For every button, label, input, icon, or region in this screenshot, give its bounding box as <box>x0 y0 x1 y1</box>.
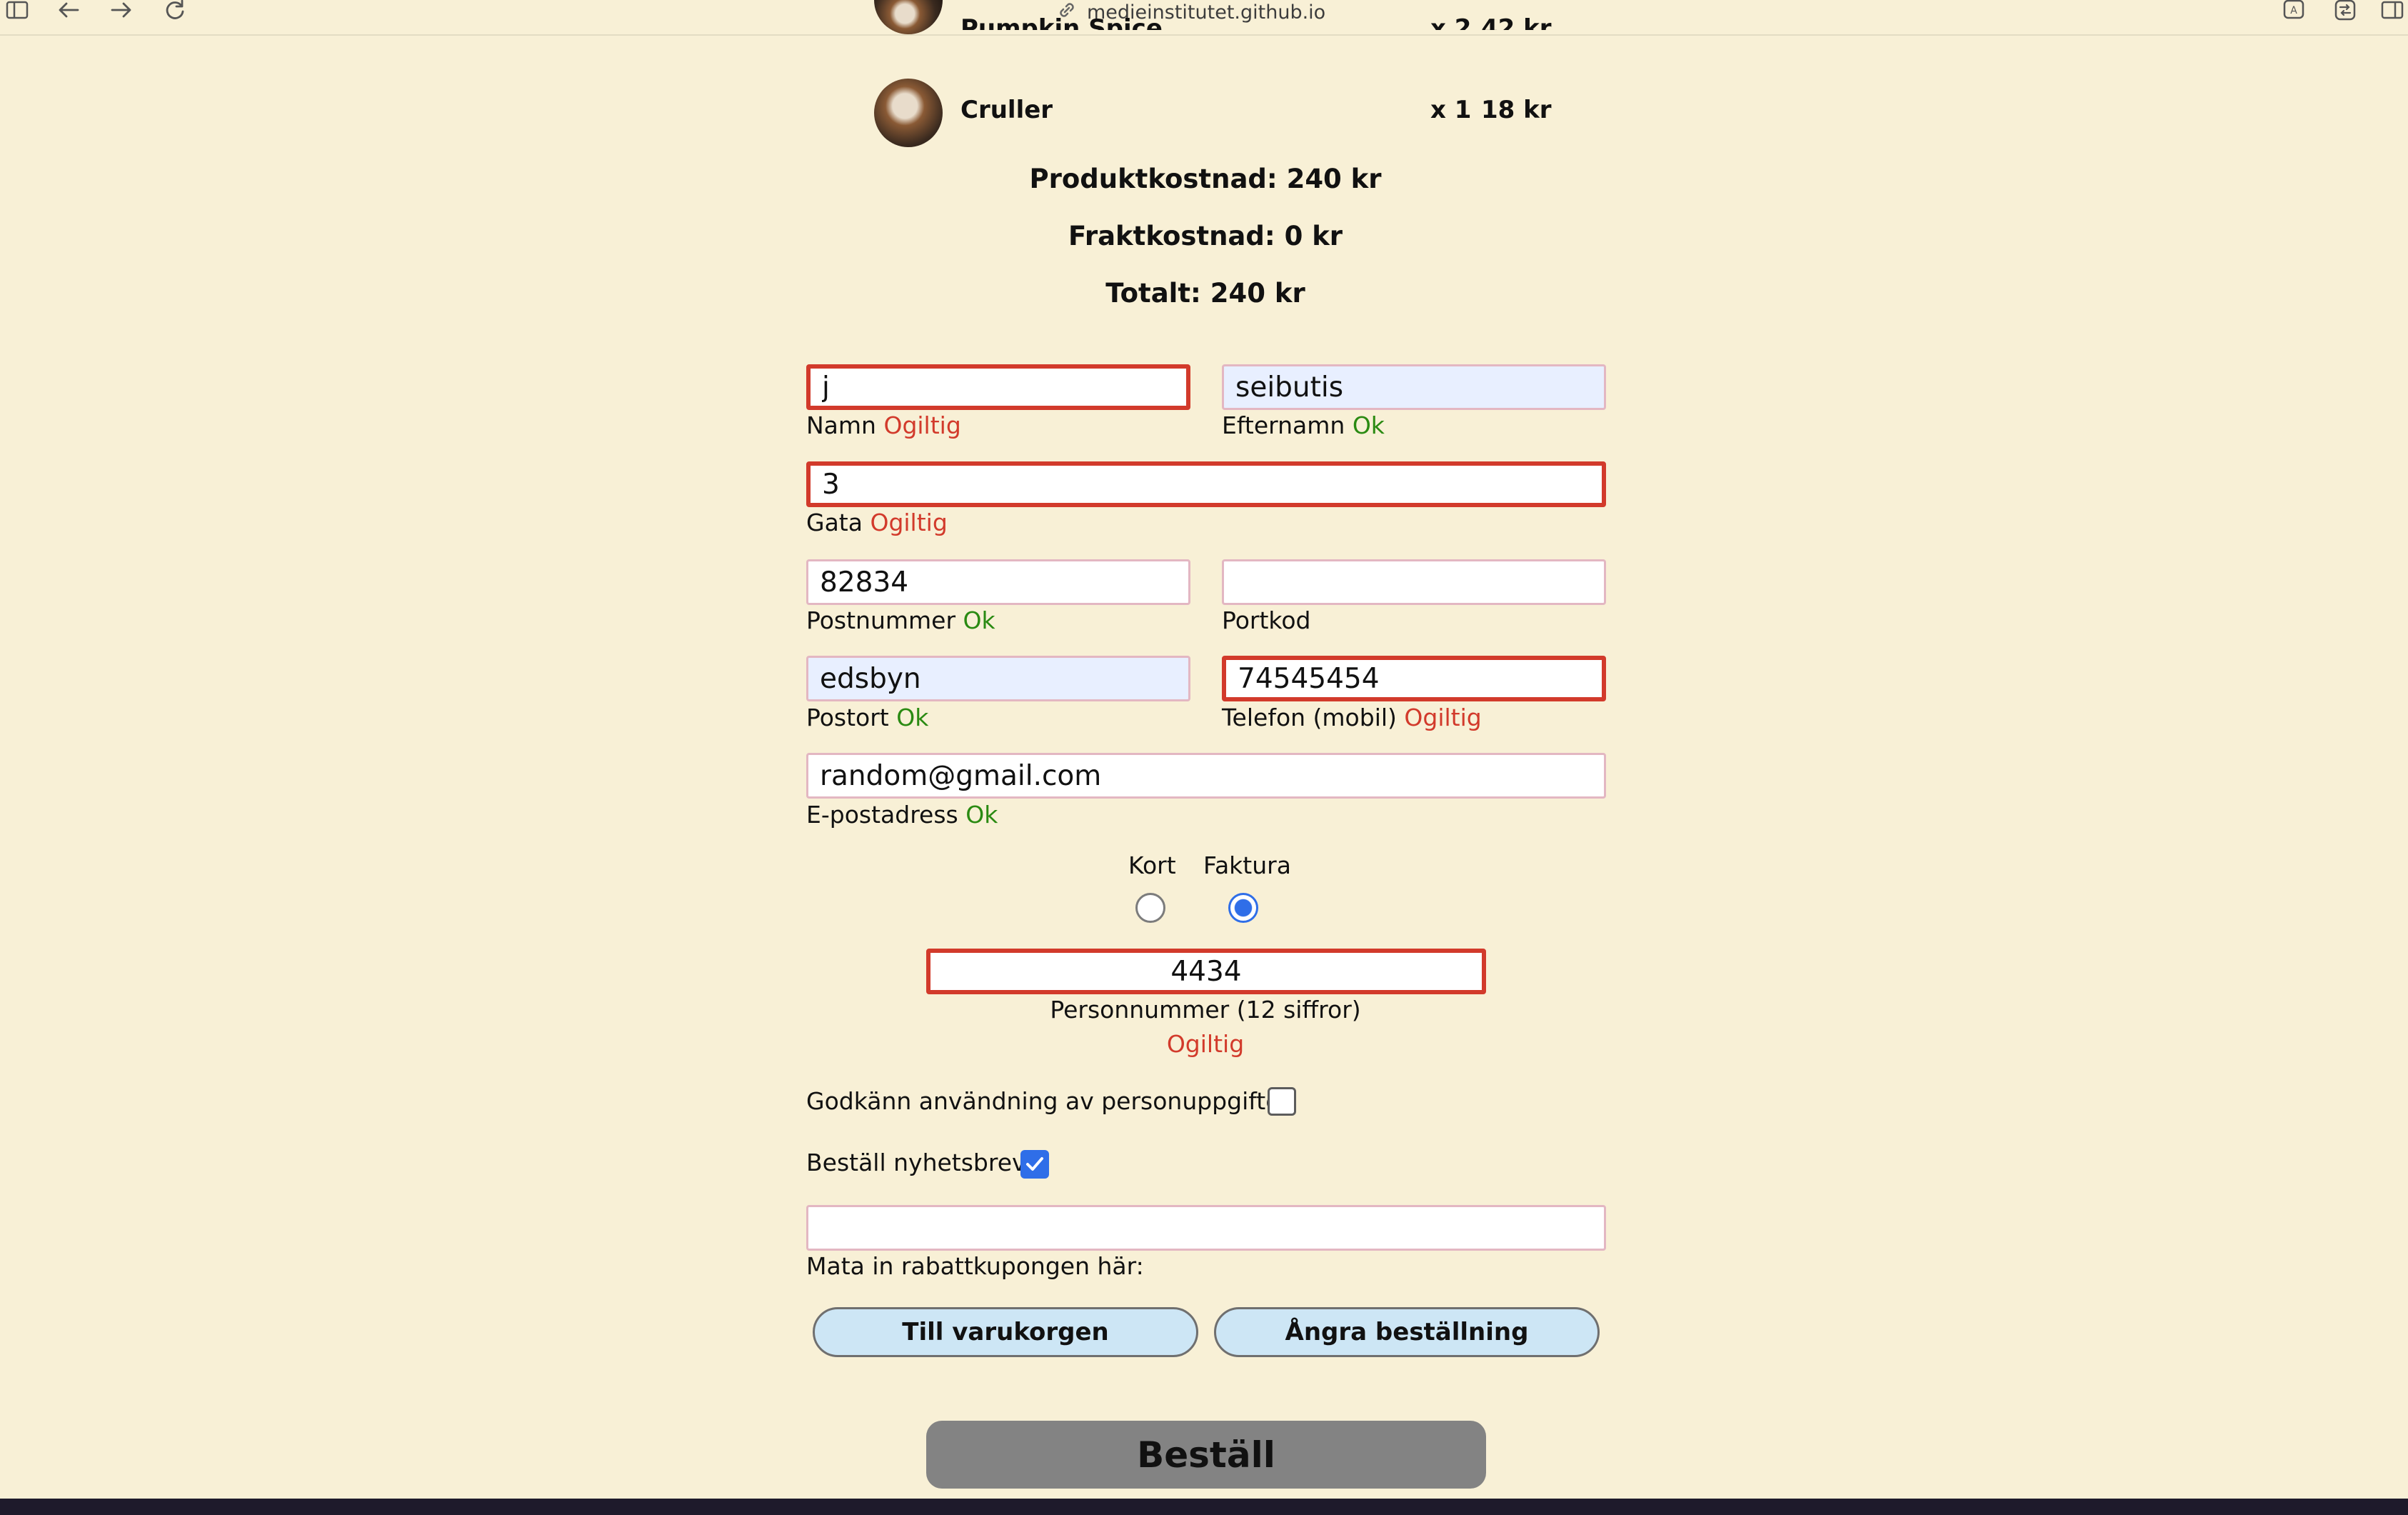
consent-label: Godkänn användning av personuppgifter <box>806 1087 1290 1115</box>
sidebar-right-icon[interactable] <box>2377 0 2408 26</box>
validation-status: Ok <box>896 704 929 731</box>
svg-text:A: A <box>2290 5 2297 16</box>
street-label: Gata Ogiltig <box>806 509 948 536</box>
email-field[interactable] <box>806 753 1606 799</box>
newsletter-checkbox[interactable] <box>1020 1150 1049 1179</box>
back-icon[interactable] <box>53 0 84 26</box>
validation-status: Ok <box>965 801 998 829</box>
payment-invoice-radio[interactable] <box>1228 893 1258 923</box>
coupon-field[interactable] <box>806 1205 1606 1251</box>
email-label: E-postadress Ok <box>806 801 998 829</box>
last-name-field[interactable] <box>1222 364 1606 410</box>
payment-card-label: Kort <box>1128 851 1176 879</box>
consent-checkbox[interactable] <box>1268 1087 1296 1116</box>
phone-field[interactable] <box>1222 656 1606 701</box>
first-name-label: Namn Ogiltig <box>806 411 961 439</box>
cart-item-qty: x 2 <box>1430 14 1472 30</box>
newsletter-label: Beställ nyhetsbrev <box>806 1149 1026 1176</box>
door-code-field[interactable] <box>1222 559 1606 605</box>
bottom-bar <box>0 1499 2408 1515</box>
validation-status: Ogiltig <box>1404 704 1482 731</box>
city-field[interactable] <box>806 656 1190 701</box>
validation-status: Ogiltig <box>883 411 961 439</box>
last-name-label: Efternamn Ok <box>1222 411 1385 439</box>
first-name-field[interactable] <box>806 364 1190 410</box>
personal-number-field[interactable] <box>926 949 1486 994</box>
checkmark-icon <box>1026 1157 1043 1171</box>
order-button[interactable]: Beställ <box>926 1421 1486 1489</box>
cart-item-name: Pumpkin Spice <box>960 14 1163 30</box>
cancel-order-button[interactable]: Ångra beställning <box>1214 1307 1600 1357</box>
extensions-icon[interactable] <box>2329 0 2361 26</box>
forward-icon[interactable] <box>106 0 137 26</box>
postal-code-label: Postnummer Ok <box>806 606 995 634</box>
coupon-label: Mata in rabattkupongen här: <box>806 1252 1144 1280</box>
validation-status: Ogiltig <box>870 509 948 536</box>
personal-number-status: Ogiltig <box>1166 1030 1245 1058</box>
cart-item-qty: x 1 <box>1430 96 1472 124</box>
phone-label: Telefon (mobil) Ogiltig <box>1222 704 1482 731</box>
cart-item-name: Cruller <box>960 96 1053 124</box>
payment-invoice-label: Faktura <box>1203 851 1291 879</box>
payment-card-radio[interactable] <box>1135 893 1165 923</box>
product-image <box>874 79 943 147</box>
reload-icon[interactable] <box>159 0 191 26</box>
city-label: Postort Ok <box>806 704 929 731</box>
product-cost: Produktkostnad: 240 kr <box>1029 164 1382 194</box>
cart-item-price: 42 kr <box>1481 14 1552 30</box>
translate-icon[interactable]: A <box>2278 0 2309 26</box>
validation-status: Ok <box>1352 411 1385 439</box>
door-code-label: Portkod <box>1222 606 1311 634</box>
validation-status: Ok <box>963 606 995 634</box>
postal-code-field[interactable] <box>806 559 1190 605</box>
personal-number-label: Personnummer (12 siffror) <box>1050 996 1361 1024</box>
sidebar-icon[interactable] <box>1 0 33 26</box>
to-cart-button[interactable]: Till varukorgen <box>813 1307 1198 1357</box>
street-field[interactable] <box>806 461 1606 507</box>
order-total: Totalt: 240 kr <box>1105 278 1305 309</box>
shipping-cost: Fraktkostnad: 0 kr <box>1068 221 1343 251</box>
cart-item-price: 18 kr <box>1481 96 1552 124</box>
